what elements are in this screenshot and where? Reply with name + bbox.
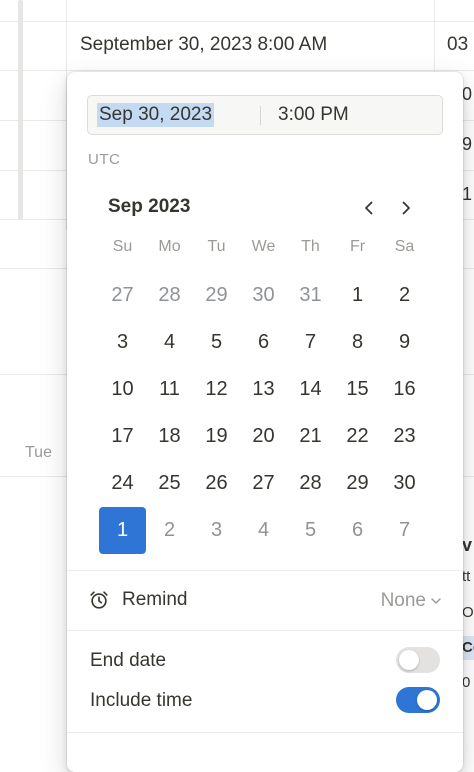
include-time-toggle[interactable]	[396, 687, 440, 713]
calendar-day[interactable]: 28	[287, 460, 334, 507]
divider	[67, 570, 463, 571]
calendar-day[interactable]: 29	[334, 460, 381, 507]
calendar-day[interactable]: 11	[146, 366, 193, 413]
end-date-label: End date	[90, 650, 167, 671]
end-date-row[interactable]: End date	[88, 644, 442, 678]
calendar-day[interactable]: 6	[334, 507, 381, 554]
input-divider	[260, 106, 261, 125]
divider	[67, 630, 463, 631]
calendar-day[interactable]: 2	[146, 507, 193, 554]
calendar-day[interactable]: 2	[381, 272, 428, 319]
month-label: Sep 2023	[108, 196, 191, 217]
timezone-label: UTC	[88, 151, 121, 168]
time-input-value[interactable]: 3:00 PM	[278, 104, 349, 126]
calendar-day[interactable]: 9	[381, 319, 428, 366]
end-date-toggle[interactable]	[396, 647, 440, 673]
calendar-day[interactable]: 28	[146, 272, 193, 319]
calendar-day[interactable]: 21	[287, 413, 334, 460]
calendar-day[interactable]: 23	[381, 413, 428, 460]
calendar-day[interactable]: 30	[381, 460, 428, 507]
calendar-day[interactable]: 8	[334, 319, 381, 366]
row-divider	[0, 70, 474, 71]
table-cell-right-glyph: 9	[462, 134, 473, 154]
table-cell-right-glyph: 1	[462, 184, 473, 204]
calendar-day[interactable]: 20	[240, 413, 287, 460]
calendar-day[interactable]: 7	[287, 319, 334, 366]
calendar-day[interactable]: 3	[99, 319, 146, 366]
table-cell-date[interactable]: September 30, 2023 8:00 AM	[80, 34, 327, 56]
calendar-day[interactable]: 15	[334, 366, 381, 413]
weekday-label: Mo	[158, 238, 181, 255]
calendar-day[interactable]: 31	[287, 272, 334, 319]
toggle-knob	[417, 690, 437, 710]
date-input-value[interactable]: Sep 30, 2023	[97, 103, 215, 127]
table-cell-right-glyph: Co	[462, 639, 474, 656]
table-cell-right-glyph: tt	[462, 568, 471, 585]
calendar-day[interactable]: 27	[240, 460, 287, 507]
include-time-label: Include time	[90, 690, 193, 711]
calendar-day[interactable]: 18	[146, 413, 193, 460]
weekday-label: Th	[301, 238, 320, 255]
scrollbar[interactable]	[18, 0, 23, 220]
weekday-label: Tue	[25, 444, 52, 461]
calendar-day[interactable]: 13	[240, 366, 287, 413]
weekday-label: Su	[112, 238, 133, 255]
calendar-day[interactable]: 3	[193, 507, 240, 554]
calendar-day[interactable]: 12	[193, 366, 240, 413]
divider	[67, 732, 463, 733]
chevron-left-icon	[365, 201, 373, 215]
calendar-day[interactable]: 1	[334, 272, 381, 319]
calendar-day[interactable]: 16	[381, 366, 428, 413]
previous-month-button[interactable]	[356, 195, 382, 221]
date-picker-popover: Sep 30, 2023 3:00 PM UTC Sep 2023 Su Mo Tu…	[67, 72, 463, 772]
include-time-row[interactable]: Include time	[88, 684, 442, 718]
toggle-knob	[399, 650, 419, 670]
calendar-day[interactable]: 25	[146, 460, 193, 507]
calendar-day[interactable]: 27	[99, 272, 146, 319]
chevron-down-icon	[431, 598, 441, 604]
calendar-day[interactable]: 7	[381, 507, 428, 554]
next-month-button[interactable]	[393, 195, 419, 221]
calendar-day-selected[interactable]: 1	[99, 507, 146, 554]
date-time-input[interactable]: Sep 30, 2023 3:00 PM	[87, 95, 443, 135]
calendar-grid: 27 28 29 30 31 1 2 3 4 5 6 7 8 9 10 11 12 13 14 15 16 17 18 19 2…	[99, 272, 428, 554]
remind-label: Remind	[122, 589, 188, 610]
remind-select[interactable]: None	[381, 590, 442, 612]
calendar-day[interactable]: 4	[240, 507, 287, 554]
calendar-day[interactable]: 14	[287, 366, 334, 413]
table-cell-right: 03	[447, 34, 469, 55]
chevron-right-icon	[402, 201, 410, 215]
calendar-day[interactable]: 26	[193, 460, 240, 507]
remind-value: None	[380, 590, 426, 611]
calendar-day[interactable]: 30	[240, 272, 287, 319]
calendar-day[interactable]: 6	[240, 319, 287, 366]
calendar-day[interactable]: 17	[99, 413, 146, 460]
calendar-day[interactable]: 4	[146, 319, 193, 366]
table-cell-right-glyph: 0	[462, 84, 473, 104]
weekday-label: We	[251, 238, 276, 255]
weekday-label: Fr	[349, 238, 366, 255]
weekday-label: Tu	[207, 238, 226, 255]
table-cell-right-glyph: v	[462, 535, 473, 555]
weekday-label: Sa	[394, 238, 415, 255]
remind-row[interactable]: Remind None	[88, 583, 442, 617]
calendar-day[interactable]: 29	[193, 272, 240, 319]
table-cell-right-glyph: 0	[462, 674, 471, 691]
calendar-day[interactable]: 10	[99, 366, 146, 413]
row-divider	[0, 21, 474, 22]
alarm-clock-icon	[90, 591, 108, 609]
calendar-day[interactable]: 5	[193, 319, 240, 366]
calendar-day[interactable]: 19	[193, 413, 240, 460]
calendar-day[interactable]: 5	[287, 507, 334, 554]
table-cell-right-glyph: Ol	[462, 604, 474, 621]
weekday-header: Su Mo Tu We Th Fr Sa	[99, 238, 442, 256]
calendar-day[interactable]: 24	[99, 460, 146, 507]
calendar-day[interactable]: 22	[334, 413, 381, 460]
